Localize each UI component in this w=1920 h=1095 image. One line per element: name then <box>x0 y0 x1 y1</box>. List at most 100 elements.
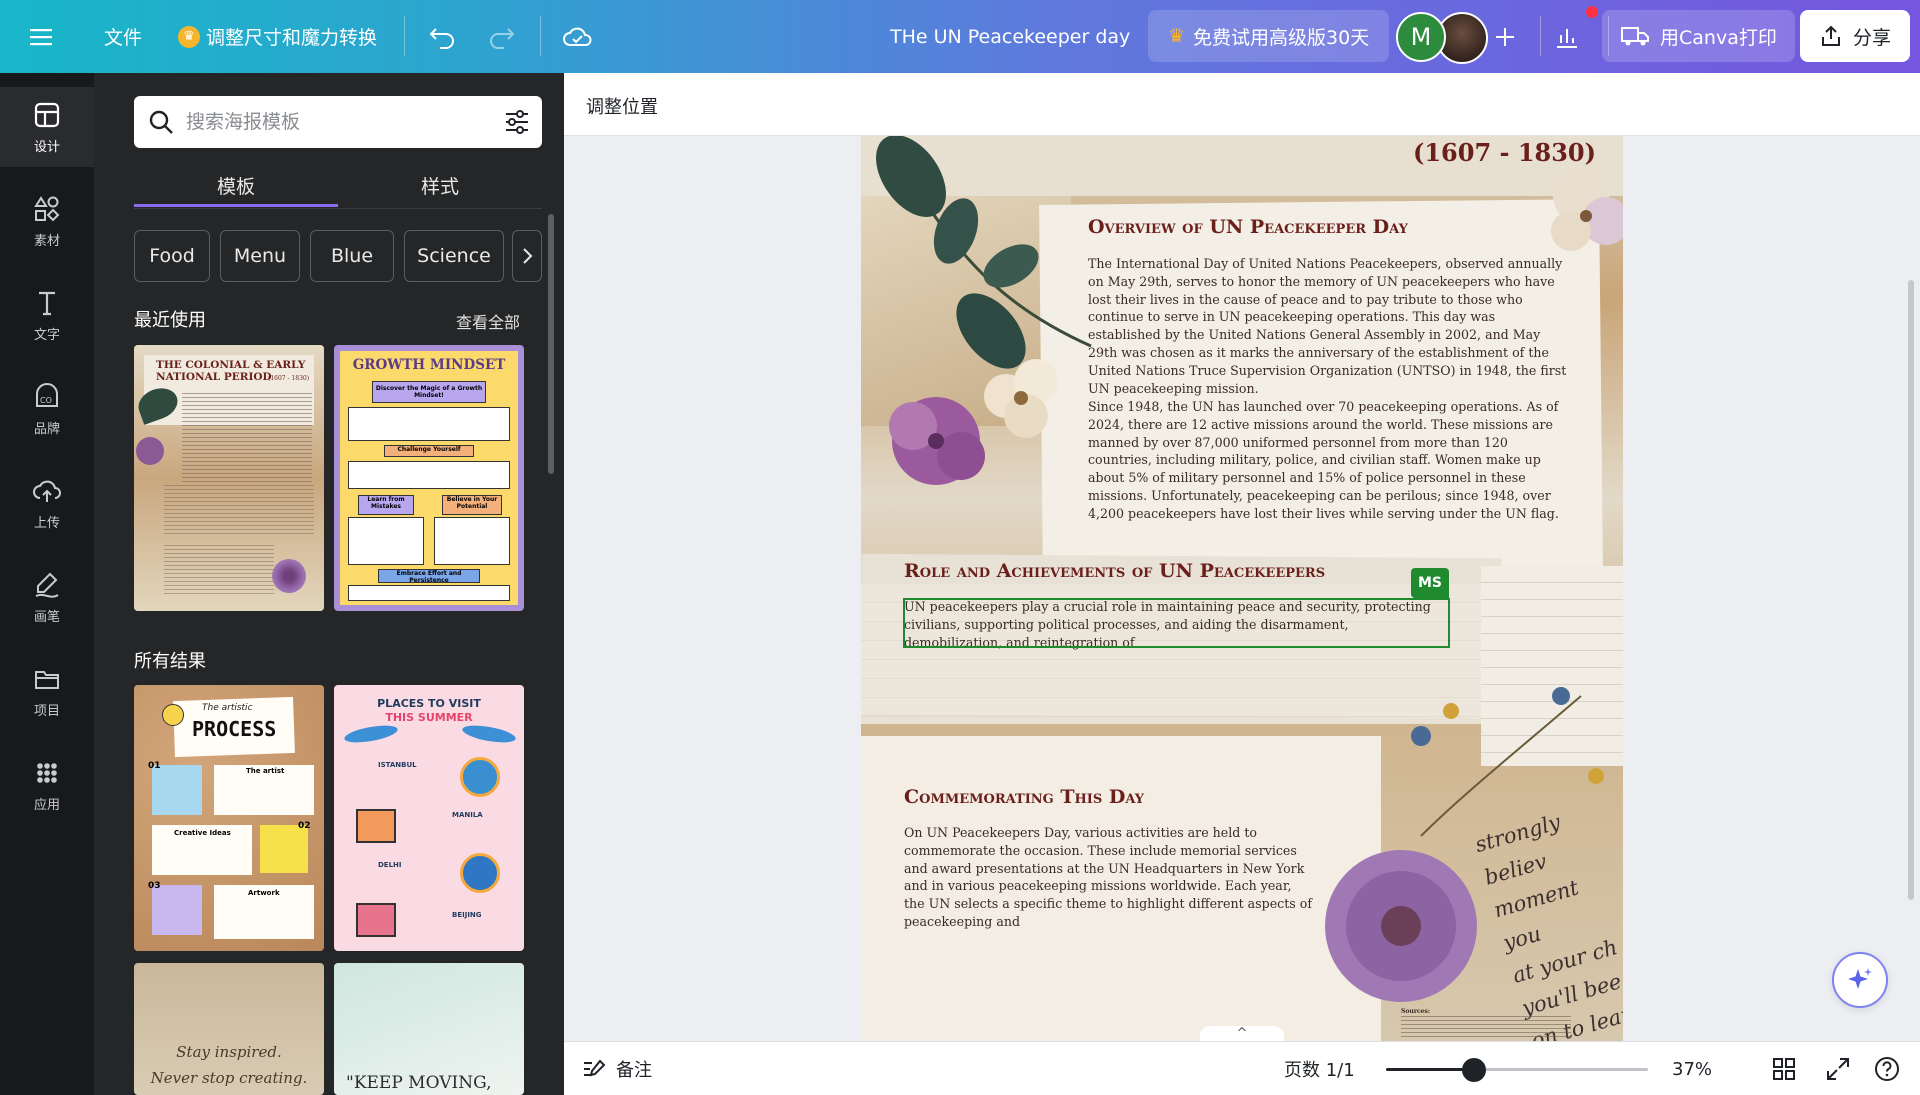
fullscreen-button[interactable] <box>1826 1042 1850 1095</box>
user-avatar[interactable]: M <box>1396 12 1446 62</box>
redo-button[interactable] <box>488 0 516 73</box>
overview-paragraph-1[interactable]: The International Day of United Nations … <box>1088 255 1568 397</box>
fullscreen-icon <box>1827 1058 1849 1080</box>
chevron-right-icon <box>523 248 533 264</box>
notes-label: 备注 <box>616 1060 652 1081</box>
section-title-role[interactable]: Role and Achievements of UN Peacekeepers <box>904 560 1325 582</box>
text-card <box>348 461 510 489</box>
canvas-scrollbar[interactable] <box>1908 280 1914 900</box>
help-button[interactable] <box>1874 1042 1900 1095</box>
draw-icon <box>35 572 59 598</box>
template-thumbnail-growth-mindset[interactable]: Growth Mindset Discover the Magic of a G… <box>334 345 524 611</box>
undo-icon <box>429 27 454 49</box>
filter-sliders-icon[interactable] <box>504 110 530 134</box>
text-lines <box>182 393 312 483</box>
pink-flower-illustration <box>889 397 985 485</box>
template-thumbnail-keep-moving[interactable]: "KEEP MOVING, <box>334 963 524 1095</box>
flower-illustration <box>136 437 164 465</box>
chip-blue[interactable]: Blue <box>310 230 394 282</box>
notes-button[interactable]: 备注 <box>582 1042 652 1095</box>
rail-label: 文字 <box>33 327 60 343</box>
grid-view-button[interactable] <box>1772 1042 1796 1095</box>
file-menu[interactable]: 文件 <box>104 0 142 73</box>
template-thumbnail-places-to-visit[interactable]: PLACES TO VISIT THIS SUMMER ISTANBUL MAN… <box>334 685 524 951</box>
search-input[interactable] <box>186 108 486 136</box>
position-button[interactable]: 调整位置 <box>586 93 658 119</box>
zoom-level[interactable]: 37% <box>1672 1042 1712 1095</box>
see-all-link[interactable]: 查看全部 <box>456 309 520 333</box>
leaf-branch-illustration <box>876 136 1092 369</box>
section-title-overview[interactable]: Overview of UN Peacekeeper Day <box>1088 216 1408 238</box>
magic-assistant-button[interactable] <box>1832 952 1888 1008</box>
rail-item-upload[interactable]: 上传 <box>0 463 94 543</box>
template-thumbnail-artistic-process[interactable]: The artistic PROCESS 01 The artist Creat… <box>134 685 324 951</box>
document-title[interactable]: THe UN Peacekeeper day <box>890 0 1130 73</box>
rail-label: 项目 <box>33 703 60 719</box>
text-card <box>348 517 424 565</box>
search-icon <box>149 110 173 134</box>
tab-templates[interactable]: 模板 <box>134 167 338 207</box>
sticky-note <box>152 885 202 935</box>
rail-item-brand[interactable]: CO 品牌 <box>0 369 94 449</box>
undo-button[interactable] <box>428 0 456 73</box>
plane-illustration <box>343 722 399 746</box>
free-trial-button[interactable]: ♛ 免费试用高级版30天 <box>1148 10 1390 62</box>
cloud-save-status[interactable] <box>562 0 594 73</box>
rail-item-text[interactable]: 文字 <box>0 275 94 355</box>
svg-text:CO: CO <box>40 396 52 405</box>
menu-button[interactable] <box>30 0 52 73</box>
sources-label: Sources: <box>1401 1008 1430 1015</box>
template-box: Discover the Magic of a Growth Mindset! <box>372 381 486 403</box>
commemorate-paragraph[interactable]: On UN Peacekeepers Day, various activiti… <box>904 824 1314 931</box>
overview-paragraph-2[interactable]: Since 1948, the UN has launched over 70 … <box>1088 398 1568 523</box>
page-indicator[interactable]: 页数 1/1 <box>1284 1042 1355 1095</box>
step-number: 03 <box>148 881 161 891</box>
rail-item-apps[interactable]: 应用 <box>0 745 94 825</box>
resize-button[interactable]: ♛ 调整尺寸和魔力转换 <box>178 0 377 73</box>
print-with-canva-button[interactable]: 用Canva打印 <box>1602 10 1795 62</box>
template-thumbnail-stay-inspired[interactable]: Stay inspired. Never stop creating. <box>134 963 324 1095</box>
expand-pages-button[interactable]: ^ <box>1200 1026 1284 1042</box>
upload-cloud-icon <box>33 480 61 502</box>
template-title-line1: PLACES TO VISIT <box>377 697 481 710</box>
elements-icon <box>34 195 60 221</box>
help-icon <box>1875 1057 1899 1081</box>
place-label: ISTANBUL <box>378 761 417 769</box>
sparkle-icon <box>1848 968 1872 989</box>
tab-styles[interactable]: 样式 <box>338 167 542 207</box>
insights-button[interactable] <box>1554 0 1580 73</box>
crown-icon: ♛ <box>178 25 200 48</box>
rail-item-projects[interactable]: 项目 <box>0 651 94 731</box>
add-collaborator-button[interactable] <box>1494 0 1516 73</box>
chip-food[interactable]: Food <box>134 230 210 282</box>
template-search-box[interactable] <box>134 96 542 148</box>
chips-next-button[interactable] <box>512 230 542 282</box>
place-label: DELHI <box>378 861 402 869</box>
chip-science[interactable]: Science <box>404 230 504 282</box>
plus-icon <box>1496 27 1514 46</box>
template-thumbnail-colonial[interactable]: The Colonial & Early National Period (16… <box>134 345 324 611</box>
poster-date-range[interactable]: (1607 - 1830) <box>1413 138 1596 167</box>
top-bar: 文件 ♛ 调整尺寸和魔力转换 THe UN Peacekeeper day ♛ … <box>0 0 1920 73</box>
rail-label: 应用 <box>33 797 60 813</box>
crown-icon: ♛ <box>1168 25 1186 47</box>
poster-canvas[interactable]: strongly believ moment you at your ch yo… <box>861 136 1623 1041</box>
apps-grid-icon <box>37 762 57 783</box>
chip-menu[interactable]: Menu <box>220 230 300 282</box>
share-label: 分享 <box>1852 26 1891 49</box>
brand-icon: CO <box>36 382 58 407</box>
panel-scrollbar[interactable] <box>548 214 554 474</box>
section-title-commemorate[interactable]: Commemorating This Day <box>904 786 1144 808</box>
place-label: MANILA <box>452 811 483 819</box>
rail-label: 上传 <box>33 515 60 531</box>
text-card <box>434 517 510 565</box>
context-toolbar: 调整位置 <box>564 73 1920 136</box>
rail-item-design[interactable]: 设计 <box>0 87 94 167</box>
share-button[interactable]: 分享 <box>1800 10 1910 62</box>
rail-item-elements[interactable]: 素材 <box>0 181 94 261</box>
all-results-title: 所有结果 <box>134 651 206 672</box>
selected-text-box[interactable] <box>903 598 1450 648</box>
zoom-slider-handle[interactable] <box>1462 1058 1487 1082</box>
template-line1: Stay inspired. <box>176 1043 282 1061</box>
rail-item-draw[interactable]: 画笔 <box>0 557 94 637</box>
